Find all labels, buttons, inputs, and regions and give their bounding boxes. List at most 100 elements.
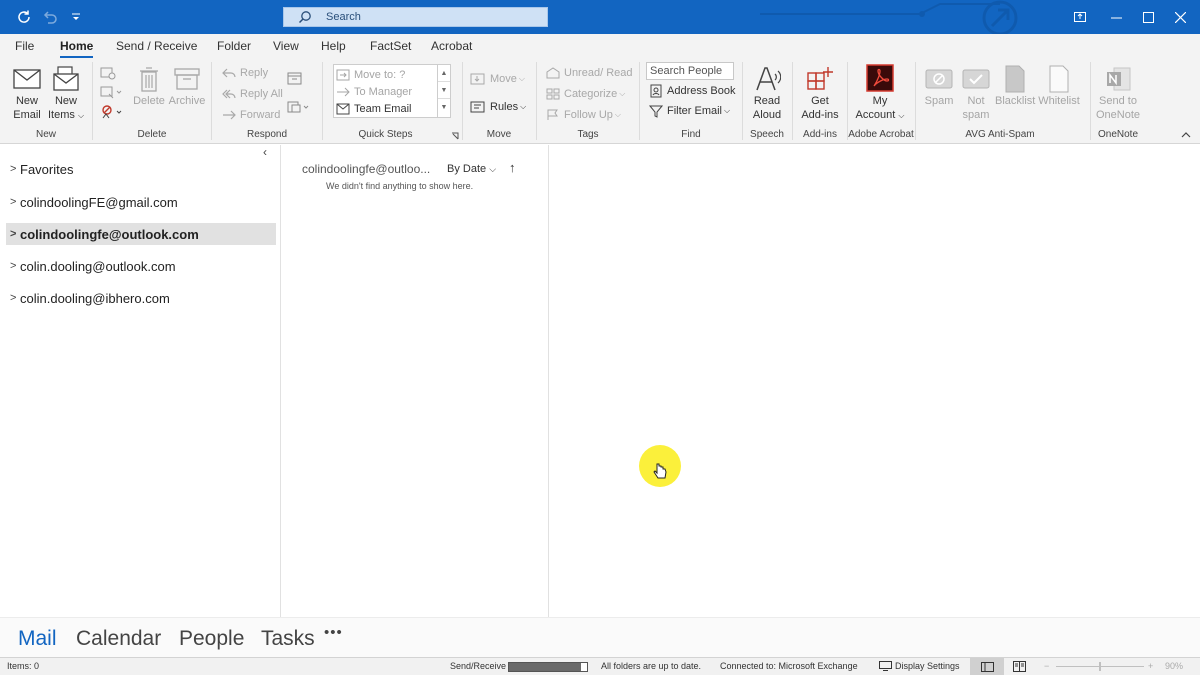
search-people-input[interactable]: Search People bbox=[646, 62, 734, 80]
chevron-right-icon: > bbox=[10, 196, 17, 208]
scroll-down-icon[interactable]: ▼ bbox=[438, 82, 450, 99]
folder-item-account-gmail[interactable]: > colindoolingFE@gmail.com bbox=[6, 191, 276, 213]
status-bar: Items: 0 Send/Receive All folders are up… bbox=[0, 657, 1200, 675]
nav-more-ellipsis-icon[interactable]: ••• bbox=[324, 624, 343, 641]
unread-read-button[interactable]: Unread/ Read bbox=[546, 64, 633, 82]
sync-icon[interactable] bbox=[15, 8, 33, 26]
my-account-button[interactable]: My Account ⌵ bbox=[852, 62, 908, 123]
quick-step-team-email[interactable]: Team Email bbox=[336, 100, 411, 117]
chevron-down-icon: ⌵ bbox=[518, 74, 525, 83]
ignore-icon[interactable] bbox=[100, 64, 120, 82]
tab-help[interactable]: Help bbox=[321, 39, 346, 53]
group-label-avg-anti-spam: AVG Anti-Spam bbox=[965, 129, 1035, 140]
junk-icon[interactable] bbox=[100, 103, 128, 121]
nav-mail[interactable]: Mail bbox=[18, 627, 57, 651]
nav-tasks[interactable]: Tasks bbox=[261, 627, 315, 651]
group-label-new: New bbox=[35, 129, 56, 140]
get-add-ins-button[interactable]: Get Add-ins bbox=[798, 64, 842, 122]
scroll-up-icon[interactable]: ▲ bbox=[438, 65, 450, 82]
reading-view-button[interactable] bbox=[1013, 661, 1026, 674]
quick-steps-scrollbar[interactable]: ▲ ▼ ▼ bbox=[437, 65, 450, 117]
group-label-speech: Speech bbox=[750, 129, 784, 140]
my-account-label-2: Account ⌵ bbox=[852, 108, 908, 123]
meeting-icon[interactable] bbox=[287, 70, 307, 88]
send-to-onenote-button[interactable]: Send to OneNote bbox=[1094, 64, 1142, 122]
new-email-button[interactable]: New Email bbox=[8, 64, 46, 122]
sort-direction-arrow-icon[interactable]: ↑ bbox=[509, 160, 516, 175]
whitelist-label: Whitelist bbox=[1038, 95, 1080, 107]
connection-status: Connected to: Microsoft Exchange bbox=[720, 661, 858, 671]
customize-quick-access-icon[interactable] bbox=[67, 8, 85, 26]
zoom-in-icon[interactable]: + bbox=[1148, 661, 1153, 671]
rules-label: Rules bbox=[490, 101, 519, 113]
new-items-label-2: Items ⌵ bbox=[46, 108, 86, 123]
move-button[interactable]: Move ⌵ bbox=[470, 70, 525, 88]
trash-icon bbox=[131, 64, 167, 94]
folder-pane: ‹ > Favorites > colindoolingFE@gmail.com… bbox=[0, 145, 280, 617]
folder-item-favorites[interactable]: > Favorites bbox=[6, 158, 276, 180]
follow-up-button[interactable]: Follow Up ⌵ bbox=[546, 106, 621, 124]
tab-acrobat[interactable]: Acrobat bbox=[431, 39, 472, 53]
sort-by-dropdown[interactable]: By Date ⌵ bbox=[447, 163, 496, 175]
filter-email-button[interactable]: Filter Email ⌵ bbox=[649, 102, 730, 120]
chevron-down-icon: ⌵ bbox=[520, 102, 527, 111]
rules-button[interactable]: Rules ⌵ bbox=[470, 98, 526, 116]
expand-gallery-icon[interactable]: ▼ bbox=[438, 99, 450, 116]
spam-button[interactable]: Spam bbox=[922, 64, 956, 108]
folder-label: Favorites bbox=[20, 161, 74, 177]
not-spam-button[interactable]: Not spam bbox=[959, 64, 993, 122]
more-respond-icon[interactable] bbox=[287, 98, 315, 116]
tab-view[interactable]: View bbox=[273, 39, 299, 53]
folder-label: colindoolingfe@outlook.com bbox=[20, 226, 199, 242]
collapse-ribbon-icon[interactable] bbox=[1181, 130, 1191, 142]
tab-send-receive[interactable]: Send / Receive bbox=[116, 39, 197, 53]
nav-calendar[interactable]: Calendar bbox=[76, 627, 161, 651]
maximize-icon[interactable] bbox=[1137, 6, 1159, 28]
tab-factset[interactable]: FactSet bbox=[370, 39, 411, 53]
cursor-highlight bbox=[639, 445, 681, 487]
forward-button[interactable]: Forward bbox=[222, 106, 280, 124]
whitelist-button[interactable]: Whitelist bbox=[1037, 64, 1081, 108]
get-add-ins-label-1: Get bbox=[811, 95, 829, 107]
ribbon-display-options-icon[interactable] bbox=[1069, 6, 1091, 28]
minimize-icon[interactable] bbox=[1105, 6, 1127, 28]
categorize-button[interactable]: Categorize ⌵ bbox=[546, 85, 625, 103]
quick-step-move-to[interactable]: Move to: ? bbox=[336, 66, 405, 83]
folder-item-account-ibhero[interactable]: > colin.dooling@ibhero.com bbox=[6, 287, 276, 309]
zoom-out-icon[interactable]: − bbox=[1044, 661, 1049, 671]
nav-people[interactable]: People bbox=[179, 627, 244, 651]
item-count: Items: 0 bbox=[7, 661, 40, 671]
folder-item-account-outlook-selected[interactable]: > colindoolingfe@outlook.com bbox=[6, 223, 276, 245]
zoom-slider-thumb[interactable] bbox=[1099, 662, 1101, 671]
dialog-launcher-icon[interactable] bbox=[451, 131, 459, 143]
delete-button[interactable]: Delete bbox=[131, 64, 167, 108]
close-icon[interactable] bbox=[1169, 6, 1191, 28]
address-book-button[interactable]: Address Book bbox=[649, 82, 735, 100]
quick-steps-gallery[interactable]: Move to: ? To Manager Team Email ▲ ▼ ▼ bbox=[333, 64, 451, 118]
tab-file[interactable]: File bbox=[15, 39, 34, 53]
normal-view-button[interactable] bbox=[970, 658, 1004, 675]
cleanup-icon[interactable] bbox=[100, 83, 126, 101]
quick-step-to-manager[interactable]: To Manager bbox=[336, 83, 412, 100]
chevron-right-icon: > bbox=[10, 292, 17, 304]
archive-button[interactable]: Archive bbox=[168, 64, 206, 108]
read-aloud-button[interactable]: Read Aloud bbox=[748, 64, 786, 122]
blacklist-button[interactable]: Blacklist bbox=[995, 64, 1035, 108]
undo-icon[interactable] bbox=[41, 8, 59, 26]
ribbon: New Email New Items ⌵ New Delete Archive… bbox=[0, 58, 1200, 144]
tab-folder[interactable]: Folder bbox=[217, 39, 251, 53]
folder-item-account-colin-outlook[interactable]: > colin.dooling@outlook.com bbox=[6, 255, 276, 277]
search-box[interactable]: Search bbox=[283, 7, 548, 27]
reply-button[interactable]: Reply bbox=[222, 64, 268, 82]
collapse-folder-pane-icon[interactable]: ‹ bbox=[263, 145, 267, 159]
display-settings-button[interactable]: Display Settings bbox=[879, 661, 960, 671]
new-items-button[interactable]: New Items ⌵ bbox=[46, 64, 86, 123]
folders-status: All folders are up to date. bbox=[601, 661, 702, 671]
send-to-onenote-label-2: OneNote bbox=[1095, 109, 1141, 121]
tab-home[interactable]: Home bbox=[60, 39, 94, 58]
delete-label: Delete bbox=[133, 95, 165, 107]
archive-label: Archive bbox=[168, 95, 206, 107]
pane-divider[interactable] bbox=[280, 145, 281, 617]
reply-all-button[interactable]: Reply All bbox=[222, 85, 283, 103]
acrobat-icon bbox=[852, 62, 908, 94]
